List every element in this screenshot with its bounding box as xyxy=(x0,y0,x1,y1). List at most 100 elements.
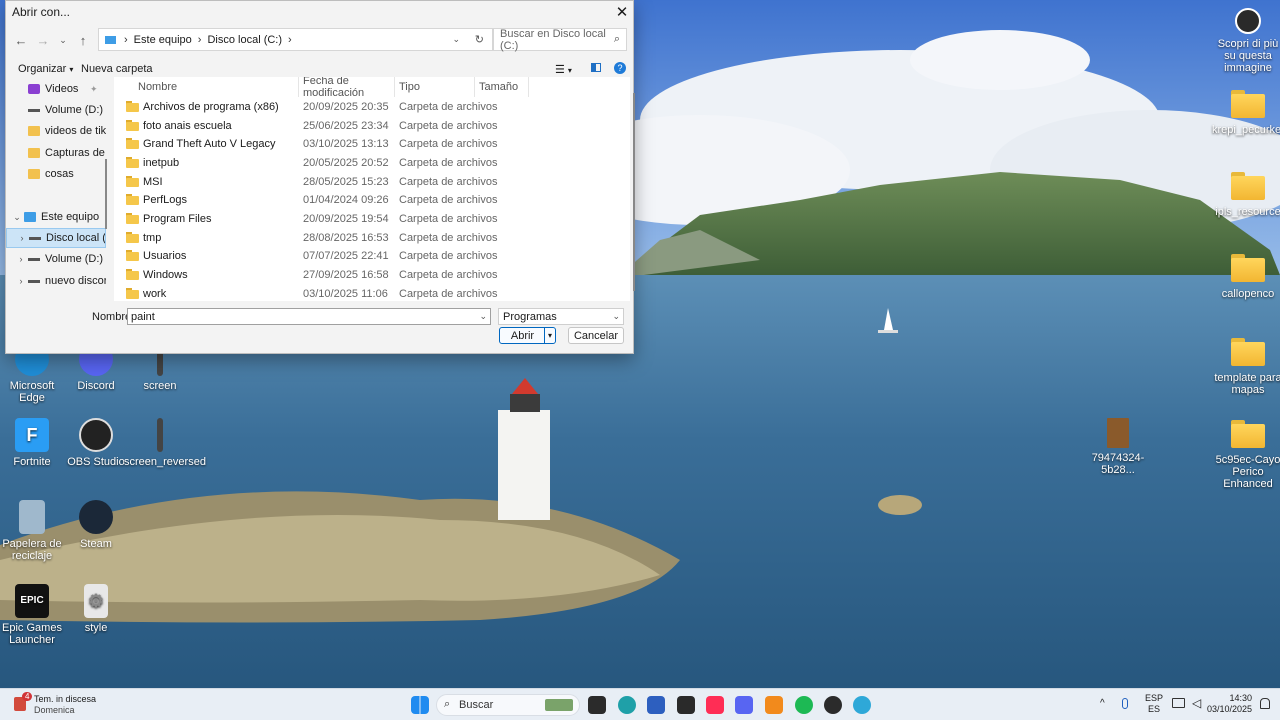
column-header-type[interactable]: Tipo xyxy=(395,77,475,97)
desktop-icon-obs[interactable]: OBS Studio xyxy=(60,418,132,468)
desktop-icon-label: Microsoft Edge xyxy=(9,380,55,404)
address-dropdown-icon[interactable]: ⌄ xyxy=(452,34,460,45)
desktop-icon-recycle-bin[interactable]: Papelera de reciclaje xyxy=(0,500,68,562)
tree-item-videos[interactable]: Videos ✦ xyxy=(6,79,106,99)
forward-arrow-icon[interactable]: → xyxy=(34,31,52,49)
cancel-button[interactable]: Cancelar xyxy=(568,327,624,344)
navigation-scrollbar[interactable] xyxy=(105,159,107,229)
desktop-icon-spotlight-info[interactable]: Scopri di più su questa immagine xyxy=(1212,8,1280,74)
open-button[interactable]: Abrir ▾ xyxy=(499,327,556,344)
obs-icon[interactable] xyxy=(824,696,842,714)
file-row[interactable]: tmp 28/08/2025 16:53 Carpeta de archivos xyxy=(114,229,630,247)
tree-item-volume-d[interactable]: Volume (D:) xyxy=(6,100,106,120)
tree-item-volume-d-2[interactable]: › Volume (D:) xyxy=(6,249,106,269)
file-explorer-icon[interactable] xyxy=(647,696,665,714)
tree-item-este-equipo[interactable]: ⌄ Este equipo xyxy=(6,207,106,227)
search-icon: ⌕ xyxy=(444,698,451,710)
notifications-icon[interactable] xyxy=(1260,698,1270,709)
recent-locations-chevron-icon[interactable]: ⌄ xyxy=(54,31,72,49)
tree-item-nuevo-disco[interactable]: › nuevo discor ( xyxy=(6,271,107,291)
chevron-down-icon[interactable]: ⌄ xyxy=(10,212,24,223)
folder-icon xyxy=(28,126,40,136)
refresh-icon[interactable]: ↻ xyxy=(475,33,484,46)
volume-icon[interactable]: ◁ xyxy=(1192,696,1201,710)
dialog-footer: Nombre: paint ⌄ Programas ⌄ Abrir ▾ Canc… xyxy=(6,305,635,355)
desktop-icon-folder-callopenco[interactable]: callopenco xyxy=(1212,250,1280,300)
view-options-icon[interactable]: ☰ ▾ xyxy=(555,63,572,76)
tree-item-cosas[interactable]: cosas xyxy=(6,164,106,184)
breadcrumb-este-equipo[interactable]: Este equipo xyxy=(134,34,192,46)
clock[interactable]: 14:30 03/10/2025 xyxy=(1206,693,1252,715)
desktop-icon-screen-reversed[interactable]: screen_reversed xyxy=(124,418,206,468)
dialog-titlebar: Abrir con... ✕ xyxy=(6,1,633,23)
tree-item-capturas[interactable]: Capturas de par xyxy=(6,143,106,163)
desktop-icon-folder-krepi[interactable]: krepi_pecurke... xyxy=(1212,86,1280,136)
search-input[interactable]: Buscar en Disco local (C:) ⌕ xyxy=(493,28,627,52)
desktop-icon-epic-games[interactable]: EPIC Epic Games Launcher xyxy=(0,584,68,646)
taskbar-search[interactable]: ⌕ Buscar xyxy=(436,694,580,716)
organize-button[interactable]: Organizar ▾ xyxy=(18,63,73,75)
chevron-down-icon[interactable]: ⌄ xyxy=(479,311,487,322)
chevron-right-icon[interactable]: › xyxy=(14,276,28,286)
back-arrow-icon[interactable]: ← xyxy=(12,31,30,49)
open-options-chevron-icon[interactable]: ▾ xyxy=(544,328,555,343)
desktop-icon-folder-ipls[interactable]: ipls_resource xyxy=(1212,168,1280,218)
breadcrumb-disco-local[interactable]: Disco local (C:) xyxy=(207,34,282,46)
column-header-size[interactable]: Tamaño xyxy=(475,77,529,97)
file-row[interactable]: MSI 28/05/2025 15:23 Carpeta de archivos xyxy=(114,173,630,191)
notepad-icon[interactable] xyxy=(677,696,695,714)
help-icon[interactable]: ? xyxy=(614,62,626,74)
file-row[interactable]: Grand Theft Auto V Legacy 03/10/2025 13:… xyxy=(114,135,630,153)
close-icon[interactable]: ✕ xyxy=(611,1,633,23)
desktop-icon-steam[interactable]: Steam xyxy=(60,500,132,550)
file-row[interactable]: Program Files 20/09/2025 19:54 Carpeta d… xyxy=(114,210,630,228)
chevron-right-icon[interactable]: › xyxy=(14,254,28,264)
file-list-scrollbar[interactable] xyxy=(633,93,635,291)
desktop-icon-folder-template[interactable]: template para mapas xyxy=(1212,334,1280,396)
discord-icon[interactable] xyxy=(735,696,753,714)
column-header-name[interactable]: Nombre ^ xyxy=(134,77,299,97)
up-arrow-icon[interactable]: ↑ xyxy=(74,31,92,49)
file-row[interactable]: work 03/10/2025 11:06 Carpeta de archivo… xyxy=(114,285,630,301)
file-row[interactable]: foto anais escuela 25/06/2025 23:34 Carp… xyxy=(114,117,630,135)
file-row[interactable]: Windows 27/09/2025 16:58 Carpeta de arch… xyxy=(114,266,630,284)
file-row[interactable]: inetpub 20/05/2025 20:52 Carpeta de arch… xyxy=(114,154,630,172)
task-view-icon[interactable] xyxy=(588,696,606,714)
file-row[interactable]: Usuarios 07/07/2025 22:41 Carpeta de arc… xyxy=(114,247,630,265)
drive-icon xyxy=(28,257,40,261)
pc-icon xyxy=(24,212,36,222)
browser-icon[interactable] xyxy=(853,696,871,714)
pin-icon: ✦ xyxy=(90,83,98,94)
filename-input[interactable]: paint ⌄ xyxy=(127,308,491,325)
file-row[interactable]: Archivos de programa (x86) 20/09/2025 20… xyxy=(114,98,630,116)
new-folder-button[interactable]: Nueva carpeta xyxy=(81,63,153,75)
preview-pane-icon[interactable] xyxy=(591,63,601,72)
dialog-title: Abrir con... xyxy=(12,5,71,19)
desktop-icon-style[interactable]: ⚙ style xyxy=(60,584,132,634)
desktop-icon-fortnite[interactable]: F Fortnite xyxy=(0,418,68,468)
tree-item-disco-local-c[interactable]: › Disco local (C: xyxy=(6,228,106,248)
windows-start-icon[interactable] xyxy=(411,696,429,714)
spotify-icon[interactable] xyxy=(795,696,813,714)
edge-icon[interactable] xyxy=(618,696,636,714)
tray-overflow-chevron-icon[interactable]: ^ xyxy=(1100,698,1105,709)
folder-icon xyxy=(28,148,40,158)
address-bar[interactable]: › Este equipo › Disco local (C:) › ⌄ ↻ xyxy=(98,28,493,51)
tiktok-icon[interactable] xyxy=(706,696,724,714)
folder-icon xyxy=(126,250,139,261)
file-type-select[interactable]: Programas ⌄ xyxy=(498,308,624,325)
language-indicator[interactable]: ESP ES xyxy=(1142,693,1166,715)
file-row[interactable]: PerfLogs 01/04/2024 09:26 Carpeta de arc… xyxy=(114,191,630,209)
taskbar: 4 Tem. in discesa Domenica ⌕ Buscar ^ ES… xyxy=(0,688,1280,720)
weather-widget[interactable]: 4 Tem. in discesa Domenica xyxy=(12,692,102,718)
desktop-icon-folder-cayo[interactable]: 5c95ec-Cayo Perico Enhanced xyxy=(1212,416,1280,490)
file-type-value: Programas xyxy=(503,310,557,323)
desktop-icon-label: ipls_resource xyxy=(1215,206,1280,218)
microphone-icon[interactable] xyxy=(1122,698,1128,709)
column-header-date[interactable]: Fecha de modificación xyxy=(299,77,395,99)
desktop-icon-image-file[interactable]: 79474324-5b28... xyxy=(1082,418,1154,476)
app-orange-icon[interactable] xyxy=(765,696,783,714)
tree-item-videos-tiktok[interactable]: videos de tiktok xyxy=(6,121,106,141)
network-icon[interactable] xyxy=(1172,698,1185,708)
chevron-right-icon[interactable]: › xyxy=(15,233,29,243)
